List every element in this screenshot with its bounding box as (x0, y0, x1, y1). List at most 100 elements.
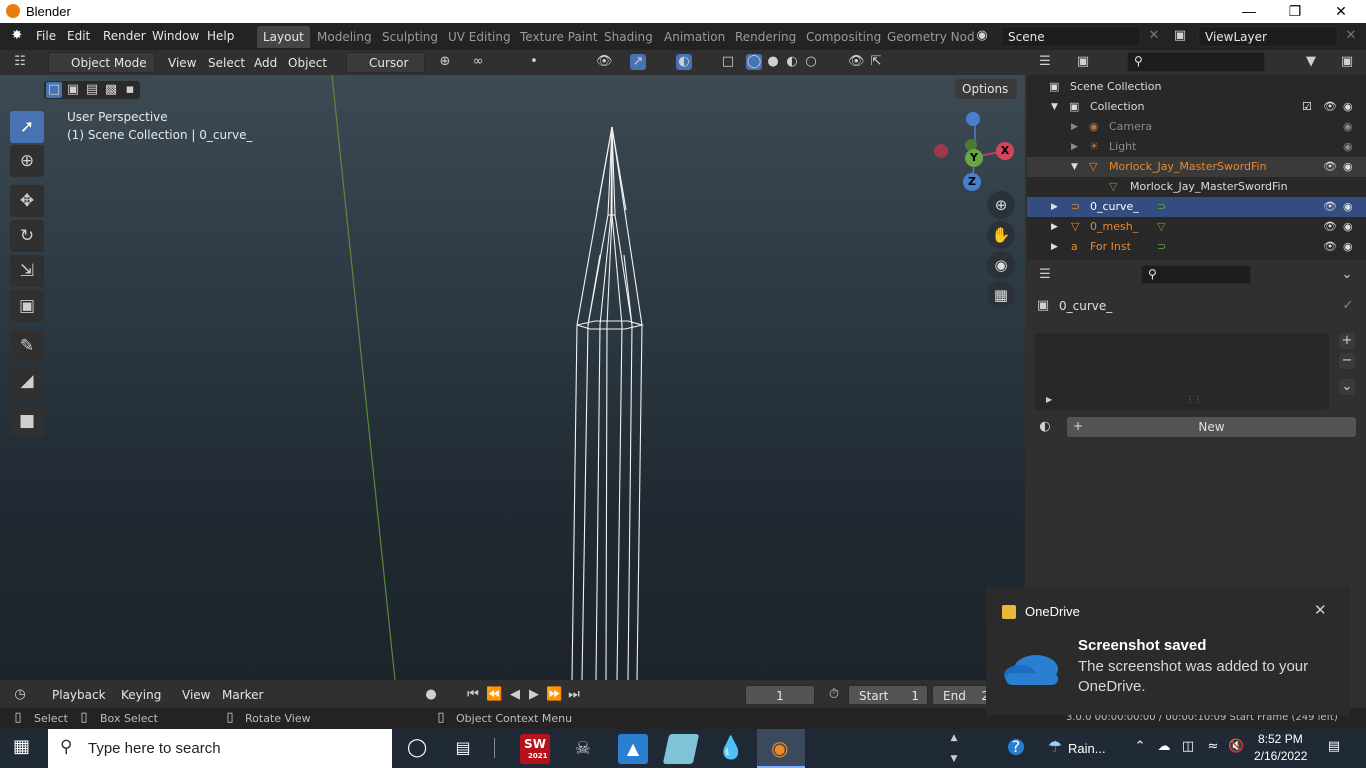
hide-icon[interactable]: 👁 (848, 54, 865, 70)
play-reverse-icon[interactable]: ◀ (507, 687, 523, 703)
close-window-button[interactable]: ✕ (1318, 0, 1364, 23)
scene-icon[interactable]: ◉ (974, 28, 990, 44)
tab-modeling[interactable]: Modeling (311, 26, 378, 48)
expand-arrow-icon[interactable]: ▶ (1071, 142, 1078, 152)
restrict-select-icon[interactable]: ⇱ (868, 54, 884, 70)
menu-marker[interactable]: Marker (222, 685, 263, 705)
eye-icon[interactable]: 👁 (1323, 240, 1337, 253)
ortho-grid-icon[interactable]: ▦ (987, 281, 1015, 309)
slot-menu-icon[interactable]: ⌄ (1339, 379, 1355, 395)
material-shading-icon[interactable]: ◐ (784, 54, 800, 70)
volume-muted-icon[interactable]: 🔇 (1228, 739, 1244, 755)
jump-end-icon[interactable]: ⏭ (566, 687, 582, 703)
expand-arrow-icon[interactable]: ▶ (1071, 122, 1078, 132)
clock-date[interactable]: 2/16/2022 (1254, 749, 1307, 763)
blender-menu-icon[interactable]: ✸ (9, 28, 25, 44)
filter-icon[interactable]: ▼ (1303, 54, 1319, 70)
pin-icon[interactable]: ✓ (1340, 298, 1356, 314)
photos-icon[interactable]: ▲ (618, 734, 648, 764)
menu-render[interactable]: Render (103, 29, 146, 43)
material-browse-icon[interactable]: ◐ (1037, 419, 1053, 435)
outliner-row-for-inst[interactable]: ▶ a For Inst ⊃ 👁 ◉ (1027, 237, 1366, 257)
select-mode-buttons[interactable]: □ ▣ ▤ ▩ ▪ (44, 81, 140, 99)
notifications-icon[interactable]: ▤ (1326, 739, 1342, 755)
menu-edit[interactable]: Edit (67, 29, 90, 43)
stopwatch-icon[interactable]: ⏱ (826, 687, 842, 703)
eye-icon[interactable]: 👁 (1323, 100, 1337, 113)
view-layer-field[interactable]: ViewLayer (1198, 26, 1338, 47)
eye-icon[interactable]: 👁 (1323, 220, 1337, 233)
scale-tool[interactable]: ⇲ (10, 255, 44, 287)
wireframe-shading-icon[interactable]: ◯ (746, 54, 762, 70)
transform-tool[interactable]: ▣ (10, 290, 44, 322)
camera-view-icon[interactable]: ◉ (987, 251, 1015, 279)
timeline-editor-type-icon[interactable]: ◷ (12, 687, 28, 703)
cortana-icon[interactable]: ◯ (407, 739, 427, 757)
menu-window[interactable]: Window (152, 29, 199, 43)
snap-icon[interactable]: ⊕ (437, 54, 453, 70)
krita-drop-icon[interactable]: 💧 (716, 734, 746, 764)
menu-playback[interactable]: Playback (52, 685, 106, 705)
select-intersect-icon[interactable]: ▪ (122, 82, 138, 98)
clock-time[interactable]: 8:52 PM (1258, 732, 1303, 746)
pan-hand-icon[interactable]: ✋ (987, 221, 1015, 249)
current-frame-field[interactable]: 1 (745, 685, 815, 705)
outliner-row-masterswordfin[interactable]: ▼ ▽ Morlock_Jay_MasterSwordFin 👁 ◉ (1027, 157, 1366, 177)
view-layer-remove-icon[interactable]: ✕ (1343, 28, 1359, 44)
proportional-falloff-icon[interactable]: • (526, 54, 542, 70)
outliner-row-scene-collection[interactable]: ▣ Scene Collection (1027, 77, 1366, 97)
proportional-icon[interactable]: ∞ (470, 54, 486, 70)
cursor-tool[interactable]: ⊕ (10, 145, 44, 177)
expand-arrow-icon[interactable]: ▼ (1051, 102, 1058, 112)
properties-search-input[interactable]: ⚲ (1141, 265, 1251, 284)
weather-umbrella-icon[interactable]: ☂ (1047, 739, 1063, 755)
menu-add[interactable]: Add (254, 53, 277, 73)
outliner-row-collection[interactable]: ▼ ▣ Collection ☑ 👁 ◉ (1027, 97, 1366, 117)
minimize-button[interactable]: — (1226, 0, 1272, 23)
options-dropdown[interactable]: Options (955, 79, 1017, 99)
weather-text[interactable]: Rain... (1068, 741, 1106, 756)
select-box-tool[interactable]: ➚ (10, 111, 44, 143)
scene-field[interactable]: Scene (1001, 26, 1141, 47)
outliner-row-light[interactable]: ▶ ☀ Light ◉ (1027, 137, 1366, 157)
toast-close-icon[interactable]: ✕ (1314, 601, 1327, 619)
expand-arrow-icon[interactable]: ▶ (1051, 202, 1058, 212)
taskbar-search-box[interactable]: ⚲ Type here to search (48, 729, 392, 768)
menu-select[interactable]: Select (208, 53, 245, 73)
start-frame-field[interactable]: Start 1 (848, 685, 928, 705)
properties-editor-type-icon[interactable]: ☰ (1037, 267, 1053, 283)
menu-view[interactable]: View (168, 53, 196, 73)
list-expand-icon[interactable]: ▶ (1046, 395, 1052, 404)
solidworks-icon[interactable]: SW 2021 (520, 734, 550, 764)
outliner-editor-type-icon[interactable]: ☰ (1037, 54, 1053, 70)
tab-rendering[interactable]: Rendering (729, 26, 802, 48)
remove-slot-icon[interactable]: − (1339, 353, 1355, 369)
mode-dropdown[interactable]: Object Mode (48, 52, 155, 73)
windows-start-icon[interactable]: ▦ (13, 738, 30, 756)
task-view-icon[interactable]: ▤ (455, 740, 471, 756)
gizmo-toggle-icon[interactable]: ↗ (630, 54, 646, 70)
outliner-row-camera[interactable]: ▶ ◉ Camera ◉ (1027, 117, 1366, 137)
measure-tool[interactable]: ◢ (10, 365, 44, 397)
eye-icon[interactable]: 👁 (1323, 160, 1337, 173)
gizmo-x-axis[interactable]: X (996, 142, 1014, 160)
blender-taskbar-button[interactable]: ◉ (757, 729, 805, 768)
outliner-row-0-curve[interactable]: ▶ ⊃ 0_curve_ ⊃ 👁 ◉ (1027, 197, 1366, 217)
list-resize-handle[interactable]: ⋮⋮ (1186, 395, 1202, 404)
outliner-row-0-mesh[interactable]: ▶ ▽ 0_mesh_ ▽ 👁 ◉ (1027, 217, 1366, 237)
eye-icon[interactable]: 👁 (1323, 200, 1337, 213)
render-camera-icon[interactable]: ◉ (1343, 200, 1353, 213)
display-mode-icon[interactable]: ▣ (1075, 54, 1091, 70)
tab-compositing[interactable]: Compositing (800, 26, 887, 48)
material-slots-list[interactable]: ▶ ⋮⋮ (1034, 333, 1329, 410)
rendered-shading-icon[interactable]: ○ (803, 54, 819, 70)
tray-device-icon[interactable]: ◫ (1180, 739, 1196, 755)
overlay-toggle-icon[interactable]: ◐ (676, 54, 692, 70)
tray-chevron-icon[interactable]: ⌃ (1132, 739, 1148, 755)
add-cube-tool[interactable]: ■ (10, 405, 44, 437)
scroll-down-icon[interactable]: ▼ (946, 751, 962, 767)
properties-options-icon[interactable]: ⌄ (1339, 267, 1355, 283)
menu-file[interactable]: File (36, 29, 56, 43)
restore-button[interactable]: ❐ (1272, 0, 1318, 23)
onedrive-toast[interactable]: OneDrive ✕ Screenshot saved The screensh… (986, 587, 1350, 715)
